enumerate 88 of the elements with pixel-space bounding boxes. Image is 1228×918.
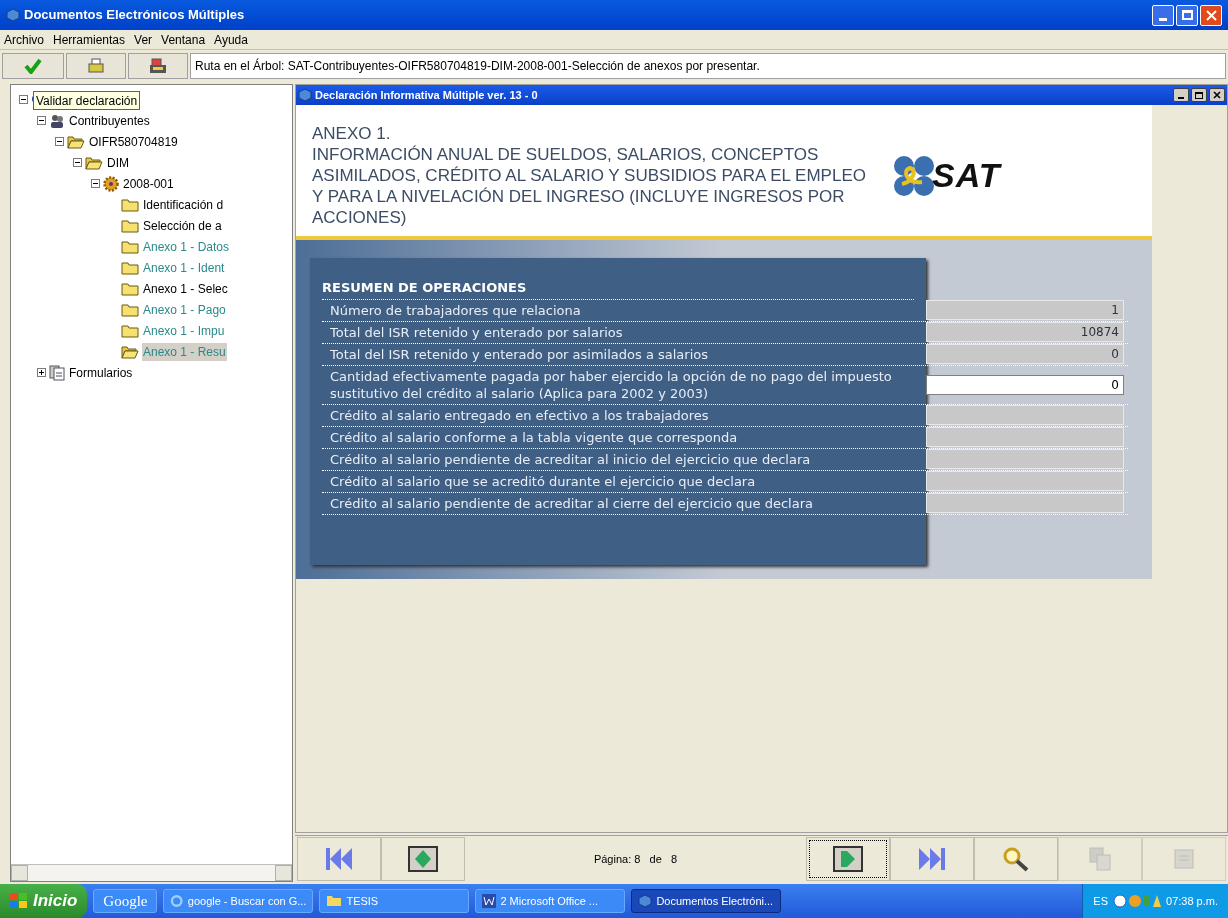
- tree-item[interactable]: Formularios: [68, 363, 134, 382]
- close-icon: [1205, 9, 1217, 21]
- restore-button[interactable]: [1191, 88, 1207, 102]
- tree-item[interactable]: Identificación d: [142, 195, 225, 214]
- tree-item[interactable]: Anexo 1 - Selec: [142, 279, 229, 298]
- collapse-toggle[interactable]: [73, 158, 82, 167]
- expand-toggle[interactable]: [37, 368, 46, 377]
- folder-icon: [121, 323, 139, 338]
- folder-icon: [326, 895, 343, 907]
- open-folder-icon: [121, 344, 139, 359]
- browser-icon: [170, 894, 184, 908]
- field-label: Crédito al salario entregado en efectivo a los trabajadores: [329, 406, 710, 425]
- section-title: RESUMEN DE OPERACIONES: [322, 278, 914, 300]
- clock: 07:38 p.m.: [1166, 893, 1218, 909]
- folder-icon: [121, 260, 139, 275]
- annex-title: INFORMACIÓN ANUAL DE SUELDOS, SALARIOS, CONCEPTOS ASIMILADOS, CRÉDITO AL SALARIO Y SUBSIDIOS PARA EL EMPLEO Y PARA LA NIVELACIÓN DEL INGRESO (INCLUYE INGRESOS POR ACCIONES): [312, 144, 867, 228]
- folder-icon: [121, 197, 139, 212]
- folder-icon: [121, 239, 139, 254]
- inner-window-title: Declaración Informativa Múltiple ver. 13 - 0: [315, 87, 538, 103]
- cube-icon: [638, 894, 653, 908]
- field-label: Total del ISR retenido y enterado por salarios: [329, 323, 624, 342]
- folder-icon: [121, 281, 139, 296]
- open-folder-icon: [67, 134, 85, 149]
- tree-item[interactable]: DIM: [106, 153, 130, 172]
- cube-icon: [298, 88, 312, 102]
- collapse-toggle[interactable]: [55, 137, 64, 146]
- minimize-button[interactable]: [1173, 88, 1189, 102]
- tree-item[interactable]: Contribuyentes: [68, 111, 151, 130]
- collapse-toggle[interactable]: [37, 116, 46, 125]
- cube-icon: [6, 8, 20, 22]
- print-button[interactable]: [66, 53, 126, 79]
- page-indicator: Página: 8 de 8: [592, 851, 679, 867]
- field-label: Crédito al salario conforme a la tabla vigente que corresponda: [329, 428, 739, 447]
- print-preview-button[interactable]: [128, 53, 188, 79]
- number-field: 1: [926, 300, 1124, 320]
- menu-item[interactable]: Ventana: [161, 30, 206, 49]
- field-label: Número de trabajadores que relaciona: [329, 301, 582, 320]
- tooltip: Validar declaración: [33, 91, 141, 110]
- tree-item[interactable]: Anexo 1 - Pago: [142, 300, 227, 319]
- prev-button[interactable]: [381, 837, 465, 881]
- checkmark-icon: [24, 58, 42, 74]
- tree-item[interactable]: Anexo 1 - Ident: [142, 258, 226, 277]
- tray-icons-drawing: [1113, 893, 1161, 909]
- menu-item[interactable]: Herramientas: [53, 30, 126, 49]
- printer-icon: [88, 58, 104, 74]
- start-button[interactable]: Inicio: [0, 884, 88, 918]
- field-label: Crédito al salario que se acreditó durante el ejercicio que declara: [329, 472, 757, 491]
- field-label: Cantidad efectivamente pagada por haber ejercido la opción de no pago del impuesto sustitutivo del crédito al salario (Aplica para 2002 y 2003): [329, 367, 892, 403]
- tree-item[interactable]: OIFR580704819: [88, 132, 179, 151]
- menu-item[interactable]: Ver: [134, 30, 153, 49]
- documents-icon: [49, 364, 65, 381]
- field-label: Crédito al salario pendiente de acreditar al cierre del ejercicio que declara: [329, 494, 814, 513]
- collapse-toggle[interactable]: [19, 95, 28, 104]
- collapse-toggle[interactable]: [91, 179, 100, 188]
- language-indicator: ES: [1093, 893, 1108, 909]
- document-icon: [482, 894, 497, 908]
- field-label: Crédito al salario pendiente de acreditar al inicio del ejercicio que declara: [329, 450, 812, 469]
- close-button[interactable]: [1209, 88, 1225, 102]
- number-field: 10874: [926, 322, 1124, 342]
- printer-icon: [149, 58, 167, 74]
- folder-icon: [121, 218, 139, 233]
- close-icon: [1213, 91, 1221, 99]
- skip-to-start-icon: [324, 846, 354, 872]
- tree-item[interactable]: Selección de a: [142, 216, 223, 235]
- skip-to-end-icon: [917, 846, 947, 872]
- horizontal-scrollbar[interactable]: [11, 864, 292, 881]
- number-field: 0: [926, 344, 1124, 364]
- menu-item[interactable]: Archivo: [4, 30, 44, 49]
- validate-button[interactable]: [2, 53, 64, 79]
- field-label: Total del ISR retenido y enterado por asimilados a salarios: [329, 345, 709, 364]
- folder-icon: [121, 302, 139, 317]
- sat-logo: SAT: [892, 150, 1001, 201]
- tree-path-field: Ruta en el Árbol: SAT-Contribuyentes-OIFR580704819-DIM-2008-001-Selección de anexos por presentar.: [190, 53, 1226, 79]
- window-title: Documentos Electrónicos Múltiples: [24, 6, 245, 25]
- number-field[interactable]: 0: [926, 374, 1124, 395]
- windows-logo-icon: [10, 893, 28, 909]
- maximize-button[interactable]: [1176, 4, 1198, 26]
- menu-item[interactable]: Ayuda: [214, 30, 248, 49]
- open-folder-icon: [85, 155, 103, 170]
- tree-item[interactable]: 2008-001: [122, 174, 175, 193]
- annex-heading: ANEXO 1.: [312, 123, 392, 144]
- tree-item[interactable]: Anexo 1 - Impu: [142, 321, 226, 340]
- gear-icon: [103, 175, 119, 192]
- tree-item[interactable]: Anexo 1 - Datos: [142, 237, 231, 256]
- taskbar-button[interactable]: Documentos Electróni...: [631, 889, 782, 913]
- people-icon: [49, 112, 65, 129]
- next-button[interactable]: [806, 837, 890, 881]
- search-icon: [1001, 846, 1031, 872]
